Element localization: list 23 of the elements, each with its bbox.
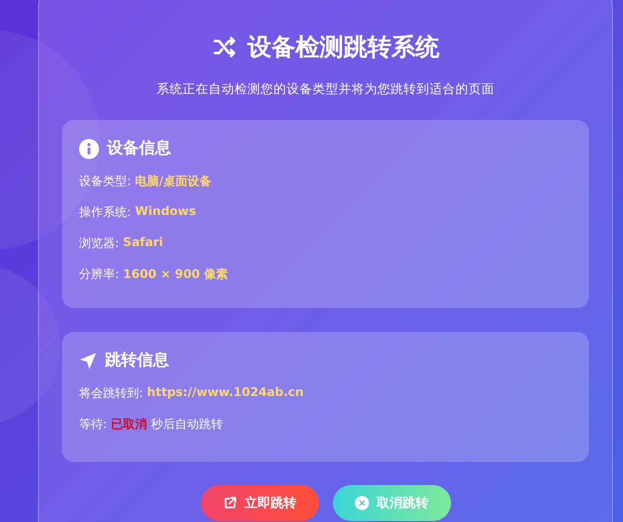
- info-icon: [79, 138, 99, 158]
- info-label: 浏览器:: [79, 235, 120, 252]
- subtitle: 系统正在自动检测您的设备类型并将为您跳转到适合的页面: [156, 81, 496, 98]
- info-value: Windows: [135, 204, 196, 220]
- info-label: 设备类型:: [79, 173, 132, 190]
- info-label: 操作系统:: [79, 204, 132, 221]
- external-link-icon: [222, 496, 236, 510]
- panel-title: 设备信息: [107, 138, 171, 159]
- info-value: 电脑/桌面设备: [135, 173, 212, 190]
- redirect-now-button[interactable]: 立即跳转: [200, 485, 318, 521]
- info-label: 分辨率:: [79, 266, 120, 283]
- info-value: Safari: [123, 235, 164, 251]
- close-icon: [354, 496, 368, 510]
- info-label: 等待:: [79, 416, 108, 433]
- info-label: 将会跳转到:: [79, 385, 144, 402]
- info-text: 秒后自动跳转: [151, 416, 224, 433]
- panel-title: 跳转信息: [105, 350, 169, 371]
- navigation-arrow-icon: [79, 352, 97, 370]
- target-url: https://www.1024ab.cn: [147, 385, 304, 401]
- info-value: 1600 × 900 像素: [123, 266, 228, 283]
- shuffle-icon: [212, 35, 238, 59]
- page-title: 设备检测跳转系统: [248, 32, 440, 63]
- countdown-status: 已取消: [111, 416, 148, 433]
